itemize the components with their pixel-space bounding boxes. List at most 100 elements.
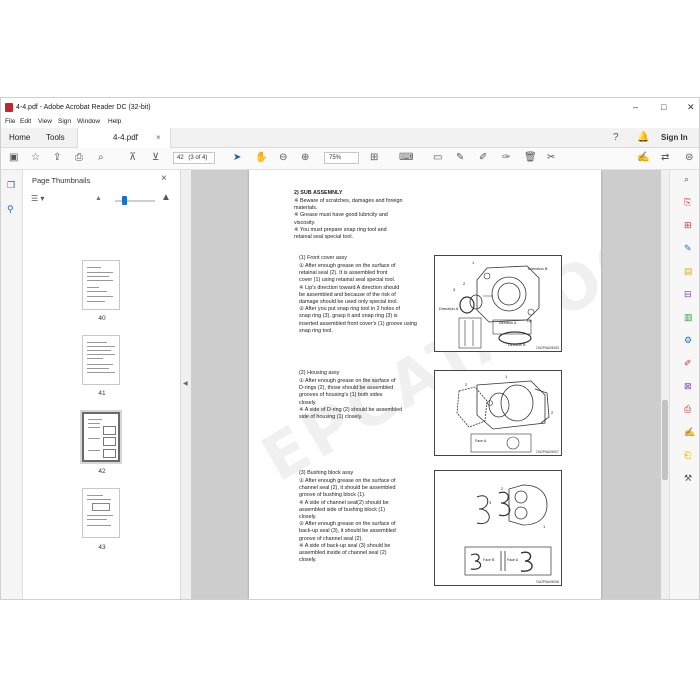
fig-label: Lip [527,319,532,323]
certificates-icon[interactable]: ✍ [684,427,695,438]
right-tools-rail: ⌕ ⎘ ⊞ ✎ ▤ ⊟ ▥ ⚙ ✐ ⊠ ⎙ ✍ ⎗ ⚒ [669,170,699,599]
comment-tool-icon[interactable]: ▤ [684,266,693,277]
send-for-signature-icon[interactable]: ⎙ [684,404,691,415]
fig-label: 2 [463,281,466,286]
draw-icon[interactable]: ✐ [479,152,487,164]
left-navigation-rail: ❐ ⚲ [1,170,23,599]
small-thumbnail-icon[interactable]: ▲ [95,195,102,202]
fit-page-icon[interactable]: ⊞ [370,152,378,164]
close-panel-button[interactable]: × [161,173,167,184]
menu-sign[interactable]: Sign [58,118,71,125]
stamp-icon[interactable]: ✑ [502,152,510,164]
vertical-scrollbar[interactable] [661,170,669,599]
panel-title: Page Thumbnails [32,176,91,185]
search-icon[interactable]: ⌕ [98,152,104,164]
fig-label: 2 [465,382,468,387]
tab-bar: Home Tools 4-4.pdf × ? 🔔 Sign In [1,128,699,148]
next-page-icon[interactable]: ⊻ [152,152,159,164]
tab-tools[interactable]: Tools [46,133,65,142]
front-cover-heading: (1) Front cover assy [299,255,347,261]
fig-label: Direction B [508,343,526,347]
bushing-figure: 3 2 1 Face B Face A 7AOP5A05008 [434,470,562,586]
figure-code: 7AOP5A05008 [535,580,559,584]
thumbnail-size-slider[interactable] [115,196,155,205]
stamp-tool-icon[interactable]: ⎗ [684,450,691,461]
select-cursor-icon[interactable]: ➤ [233,152,241,164]
page-count-label: (3 of 4) [188,155,208,161]
page-number-field[interactable]: 42 (3 of 4) [173,152,215,164]
thumbnail-label: 40 [98,315,106,322]
fill-sign-icon[interactable]: ✐ [684,358,692,369]
maximize-button[interactable]: □ [661,102,666,112]
menu-help[interactable]: Help [108,118,121,125]
highlight-pen-icon[interactable]: ✎ [456,152,464,164]
figure-code: 7AOP5A05007 [535,450,559,454]
close-window-button[interactable]: ✕ [687,102,695,113]
bushing-text: ① After enough grease on the surface of … [299,478,396,564]
fig-label: Direction A [499,321,517,325]
share-icon[interactable]: ⇄ [661,152,669,164]
edit-text-icon[interactable]: ✂ [547,152,555,164]
tab-home[interactable]: Home [9,133,30,142]
menu-window[interactable]: Window [77,118,100,125]
thumbnail-label: 43 [98,544,106,551]
upload-icon[interactable]: ⇪ [53,152,61,164]
fig-label: 2 [501,486,504,491]
thumbnail-options-icon[interactable]: ☰ ▾ [31,194,44,203]
delete-icon[interactable]: 🗑 [524,152,537,164]
fig-label: 3 [453,287,456,292]
pdf-page: EPCATALOGS.COM 2) SUB ASSEMNLY ※ Beware … [249,170,601,599]
minimize-button[interactable]: – [633,102,638,112]
housing-text: ① After enough grease on the surface of … [299,378,403,421]
attachments-icon[interactable]: ⚲ [7,204,14,215]
tab-document[interactable]: 4-4.pdf × [77,128,171,148]
keyboard-icon[interactable]: ⌨ [399,152,413,164]
hand-tool-icon[interactable]: ✋ [255,152,267,164]
collapse-arrow-icon[interactable]: ◀ [183,380,188,387]
notifications-bell-icon[interactable]: 🔔 [637,132,649,143]
edit-pdf-icon[interactable]: ✎ [684,243,692,254]
acrobat-logo-icon [5,103,13,112]
combine-files-icon[interactable]: ⊟ [684,289,692,300]
scan-ocr-icon[interactable]: ⚙ [684,335,692,346]
help-icon[interactable]: ? [613,132,619,143]
menu-bar: File Edit View Sign Window Help [1,118,699,128]
more-tools-icon[interactable]: ⊜ [685,152,693,164]
menu-edit[interactable]: Edit [20,118,31,125]
bushing-heading: (3) Bushing block assy [299,470,354,476]
menu-file[interactable]: File [5,118,15,125]
menu-view[interactable]: View [38,118,52,125]
organize-pages-icon[interactable]: ▥ [684,312,693,323]
thumbnail-page-42[interactable] [80,410,122,464]
thumbnail-page-43[interactable] [82,488,120,538]
protect-icon[interactable]: ⊠ [684,381,692,392]
more-tools-rail-icon[interactable]: ⚒ [684,473,692,484]
sign-icon[interactable]: ✍ [637,152,649,164]
fig-label: 1 [472,260,475,265]
scrollbar-thumb[interactable] [662,400,668,480]
main-toolbar: ▣ ☆ ⇪ ⎙ ⌕ ⊼ ⊻ 42 (3 of 4) ➤ ✋ ⊖ ⊕ 75% ⊞ … [1,148,699,170]
sign-in-button[interactable]: Sign In [661,133,688,142]
page-thumbnails-icon[interactable]: ❐ [7,180,15,191]
zoom-out-icon[interactable]: ⊖ [279,152,287,164]
thumbnail-page-40[interactable] [82,260,120,310]
document-viewer[interactable]: EPCATALOGS.COM 2) SUB ASSEMNLY ※ Beware … [191,170,661,599]
search-tools-icon[interactable]: ⌕ [684,174,689,185]
create-pdf-icon[interactable]: ⊞ [684,220,692,231]
previous-page-icon[interactable]: ⊼ [129,152,136,164]
section-title: 2) SUB ASSEMNLY [294,190,343,196]
print-icon[interactable]: ⎙ [75,152,83,164]
export-pdf-icon[interactable]: ⎘ [684,197,691,208]
bookmark-star-icon[interactable]: ☆ [31,152,40,164]
zoom-level-dropdown[interactable]: 75% [324,152,359,164]
comment-icon[interactable]: ▭ [433,152,442,164]
zoom-in-icon[interactable]: ⊕ [301,152,309,164]
slider-handle[interactable] [122,196,127,205]
save-icon[interactable]: ▣ [9,152,18,164]
thumbnail-page-41[interactable] [82,335,120,385]
close-tab-button[interactable]: × [156,133,161,142]
title-bar: 4-4.pdf - Adobe Acrobat Reader DC (32-bi… [1,98,699,118]
panel-collapse-handle[interactable]: ◀ [181,170,191,599]
large-thumbnail-icon[interactable]: ▲ [161,192,171,203]
page-number-value: 42 [177,155,184,161]
